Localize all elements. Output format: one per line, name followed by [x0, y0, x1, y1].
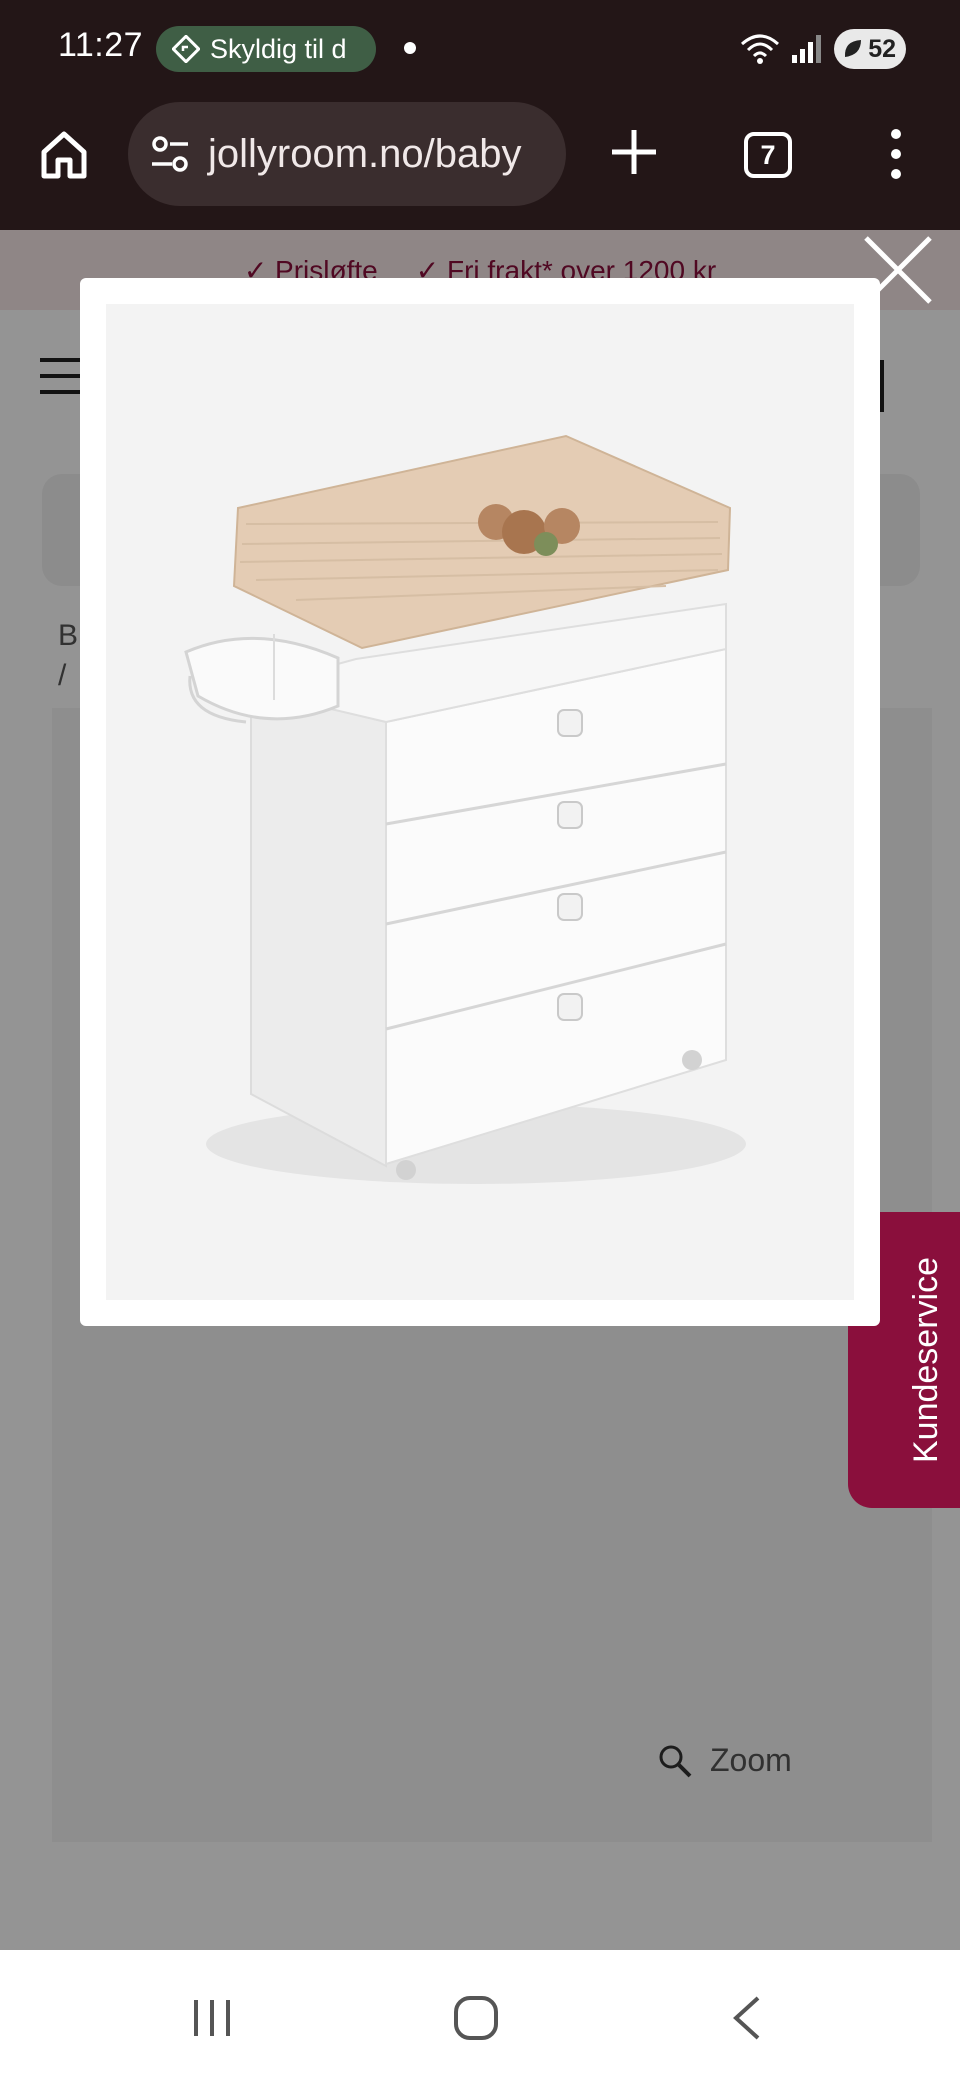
status-indicators: 52: [740, 26, 906, 72]
navigation-diamond-icon: [172, 35, 200, 63]
status-time: 11:27: [58, 26, 144, 64]
battery-indicator: 52: [834, 29, 906, 69]
system-nav-bar: [0, 1950, 960, 2080]
back-icon[interactable]: [724, 1994, 772, 2042]
product-image-large: [106, 304, 854, 1300]
url-text: jollyroom.no/baby: [208, 131, 522, 176]
more-vert-icon[interactable]: [876, 126, 916, 182]
signal-icon: [792, 35, 821, 63]
home-circle-icon[interactable]: [452, 1994, 500, 2042]
url-bar[interactable]: jollyroom.no/baby: [128, 102, 566, 206]
plus-icon[interactable]: [608, 126, 660, 178]
wifi-icon: [741, 34, 779, 64]
tab-switcher-button[interactable]: 7: [744, 132, 792, 178]
image-lightbox: [80, 278, 880, 1326]
tune-icon[interactable]: [148, 132, 192, 176]
home-icon[interactable]: [36, 126, 92, 182]
customer-service-label: Kundeservice: [906, 1257, 945, 1464]
notification-pill[interactable]: Skyldig til d: [156, 26, 376, 72]
notification-pill-text: Skyldig til d: [210, 33, 347, 64]
status-bar: 11:27 Skyldig til d 52: [0, 0, 960, 96]
battery-level: 52: [868, 34, 896, 63]
recents-icon[interactable]: [188, 1994, 236, 2042]
battery-saver-leaf-icon: [844, 40, 861, 57]
notification-dot-icon: [404, 42, 416, 54]
browser-toolbar: jollyroom.no/baby 7: [0, 96, 960, 230]
changing-table-illustration: [106, 304, 854, 1300]
